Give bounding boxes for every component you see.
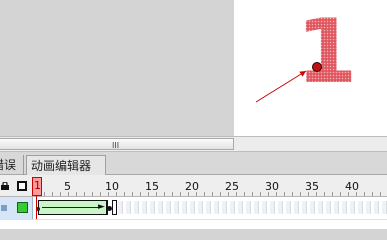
red-arrow-annotation [255,70,307,103]
ruler-tick [180,192,181,196]
frame-label-10: 10 [105,180,119,193]
layer-header[interactable] [0,197,33,219]
stage-pasteboard: 1 1 [0,0,387,136]
ruler-tick [300,192,301,196]
ruler-tick [60,192,61,196]
tween-arrow-line [42,207,100,208]
end-frame-cell[interactable] [112,200,117,215]
scrollbar-grip: III [112,141,120,150]
ruler-tick [100,192,101,196]
ruler-tick [220,192,221,196]
empty-frame-cell[interactable] [310,201,315,214]
empty-frame-cell[interactable] [222,201,227,214]
timeline-frame-ruler[interactable]: 5 10 15 20 25 30 35 40 [0,175,387,197]
empty-frame-cell[interactable] [278,201,283,214]
empty-frame-cell[interactable] [358,201,363,214]
empty-frame-cell[interactable] [190,201,195,214]
tween-arrow-head: ► [98,202,105,212]
empty-frame-cell[interactable] [198,201,203,214]
empty-frame-cell[interactable] [334,201,339,214]
ruler-tick [204,192,205,196]
ruler-tick [324,192,325,196]
frame-label-5: 5 [64,180,71,193]
empty-frame-cell[interactable] [214,201,219,214]
empty-frame-cell[interactable] [134,201,139,214]
empty-frame-cell[interactable] [294,201,299,214]
panel-tab-bar: 错误 动画编辑器 [0,152,387,175]
empty-frame-cell[interactable] [118,201,123,214]
ruler-tick [380,192,381,196]
empty-frame-cell[interactable] [270,201,275,214]
empty-frame-cell[interactable] [382,201,387,214]
empty-frame-cell[interactable] [246,201,251,214]
empty-frame-cell[interactable] [142,201,147,214]
ruler-tick [164,192,165,196]
ruler-tick [332,192,333,196]
layer-edit-marker [1,205,7,211]
ruler-tick [52,192,53,196]
lock-icon[interactable] [1,182,9,190]
ruler-tick [132,192,133,196]
ruler-tick [252,192,253,196]
frame-label-35: 35 [305,180,319,193]
scrollbar-thumb[interactable]: III [0,138,234,150]
ruler-tick [140,192,141,196]
layer-outline-color-swatch[interactable] [17,202,28,213]
ruler-tick [212,192,213,196]
ruler-tick [84,192,85,196]
current-frame-number: 1 [34,179,41,192]
layer-row[interactable]: ► [0,197,387,219]
empty-frame-cell[interactable] [302,201,307,214]
ruler-tick [92,192,93,196]
ruler-tick [76,192,77,196]
empty-frame-cell[interactable] [126,201,131,214]
empty-frame-cell[interactable] [318,201,323,214]
ruler-tick [284,192,285,196]
ruler-tick [372,192,373,196]
ruler-tick [44,192,45,196]
empty-frame-cell[interactable] [286,201,291,214]
frame-label-25: 25 [225,180,239,193]
empty-frame-cell[interactable] [262,201,267,214]
ruler-tick [172,192,173,196]
empty-frame-cell[interactable] [150,201,155,214]
ruler-tick [244,192,245,196]
ruler-tick [260,192,261,196]
ruler-tick [124,192,125,196]
empty-frame-cell[interactable] [182,201,187,214]
empty-frame-cell[interactable] [206,201,211,214]
tab-compiler-errors[interactable]: 错误 [0,155,24,175]
empty-frame-cell[interactable] [374,201,379,214]
ruler-tick [364,192,365,196]
ruler-tick [340,192,341,196]
empty-frame-cell[interactable] [230,201,235,214]
tab-motion-editor[interactable]: 动画编辑器 [26,155,106,175]
frame-label-40: 40 [345,180,359,193]
empty-frame-cell[interactable] [326,201,331,214]
empty-frame-cell[interactable] [238,201,243,214]
empty-frame-cell[interactable] [366,201,371,214]
empty-frame-cell[interactable] [174,201,179,214]
horizontal-scrollbar[interactable]: III [0,136,387,152]
timeline-status-strip [0,219,387,229]
frame-label-20: 20 [185,180,199,193]
stage-canvas[interactable]: 1 1 [234,0,387,136]
empty-frame-cell[interactable] [350,201,355,214]
empty-frame-cell[interactable] [342,201,347,214]
empty-frame-cell[interactable] [166,201,171,214]
empty-frame-cell[interactable] [158,201,163,214]
frame-label-30: 30 [265,180,279,193]
ruler-tick [292,192,293,196]
empty-frame-cell[interactable] [254,201,259,214]
frame-label-15: 15 [145,180,159,193]
show-outline-icon[interactable] [17,181,27,191]
end-keyframe[interactable] [107,206,112,211]
